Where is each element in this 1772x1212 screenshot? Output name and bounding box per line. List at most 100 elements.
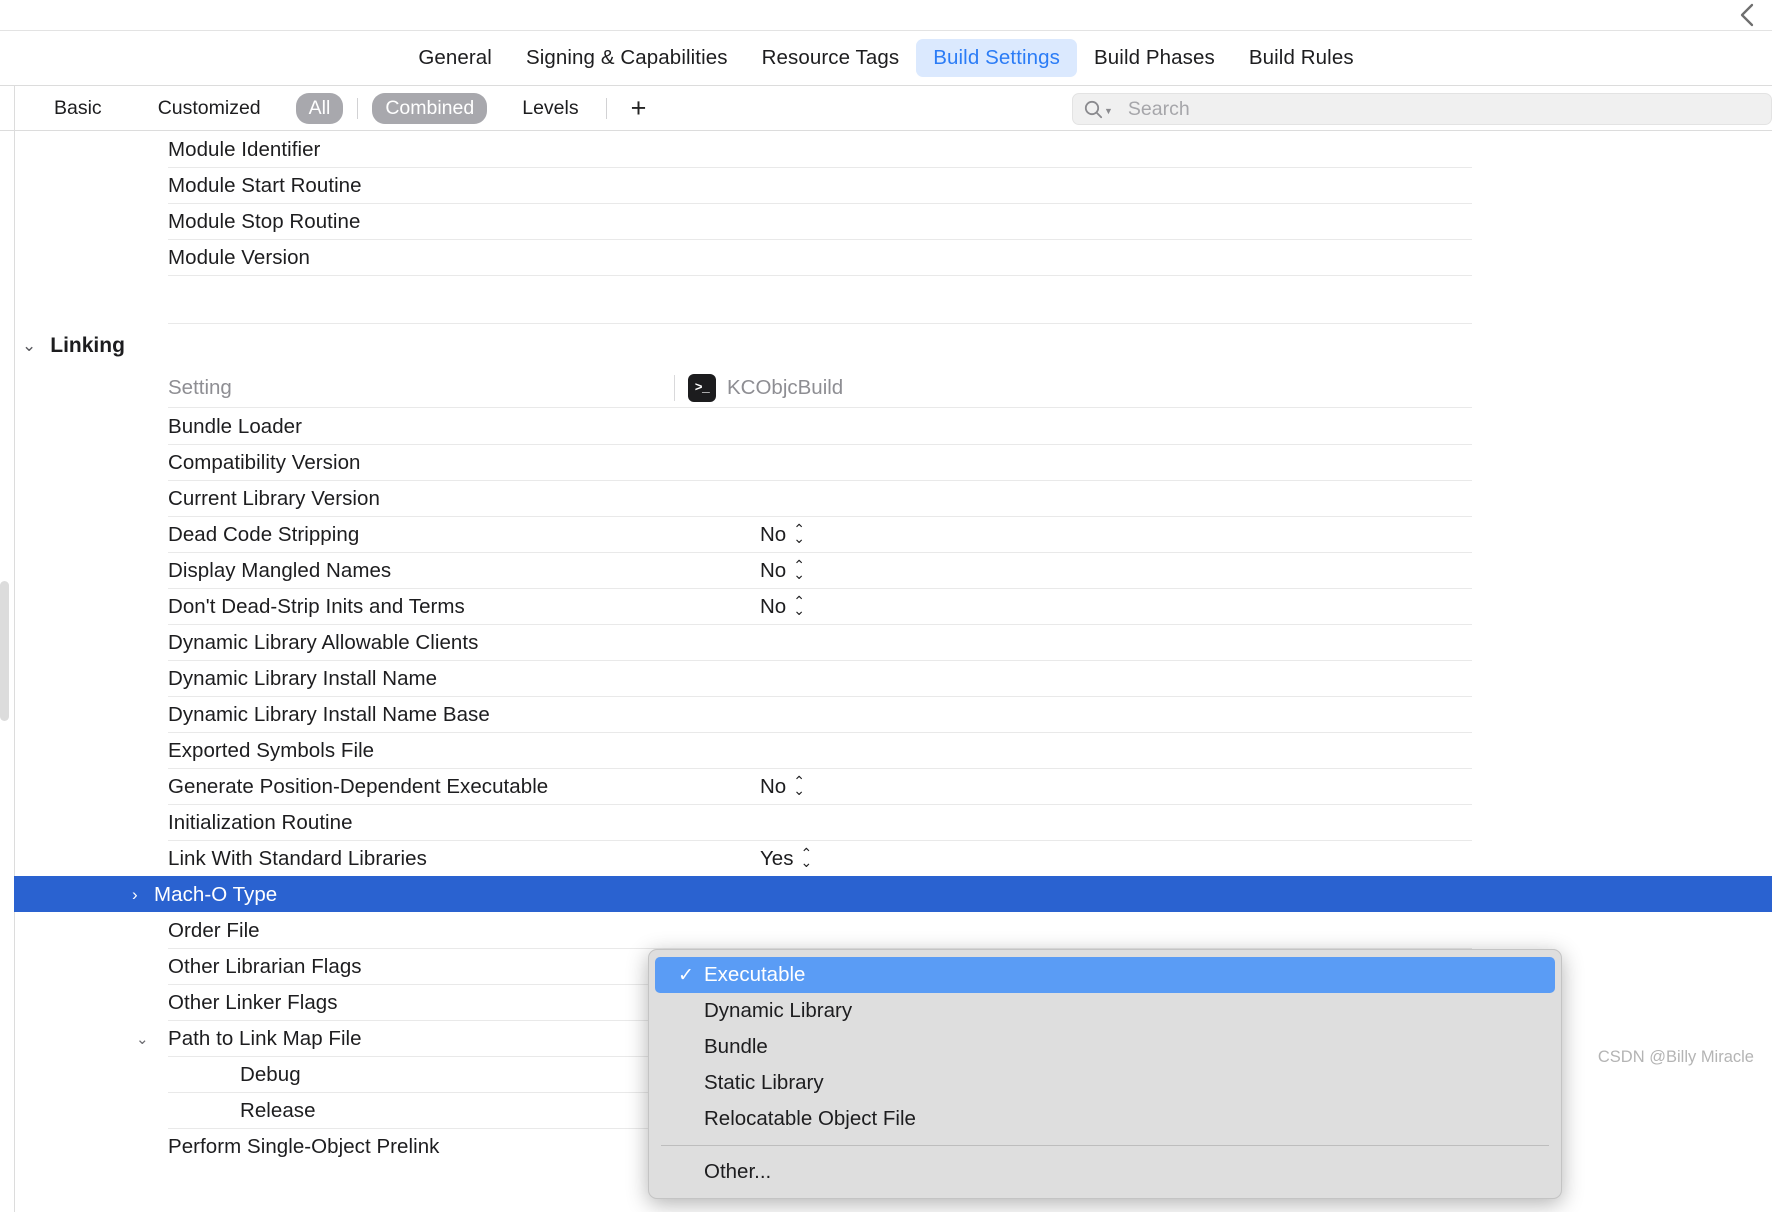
table-row[interactable]: Module Start Routine (168, 167, 1472, 203)
stepper-icon: ⌃ ⌄ (793, 520, 805, 546)
table-row[interactable]: Don't Dead-Strip Inits and Terms No ⌃ ⌄ (168, 588, 1472, 624)
setting-value-text: No (760, 594, 787, 618)
menu-item-label: Bundle (704, 1035, 768, 1058)
setting-name: Initialization Routine (168, 810, 353, 834)
table-row[interactable]: Dynamic Library Allowable Clients (168, 624, 1472, 660)
chevron-down-icon[interactable]: ⌄ (136, 1030, 149, 1048)
setting-name: Module Start Routine (168, 173, 362, 197)
setting-name: Dynamic Library Install Name (168, 666, 438, 690)
tab-general[interactable]: General (401, 39, 509, 77)
chevron-left-icon[interactable] (1734, 2, 1760, 28)
setting-name: Don't Dead-Strip Inits and Terms (168, 594, 465, 618)
chevron-down-icon[interactable]: ⌄ (22, 336, 36, 356)
add-setting-button[interactable]: + (621, 94, 657, 122)
setting-name: Bundle Loader (168, 414, 303, 438)
table-row[interactable]: Generate Position-Dependent Executable N… (168, 768, 1472, 804)
menu-bottom-padding (649, 1190, 1561, 1198)
table-row[interactable]: Exported Symbols File (168, 732, 1472, 768)
setting-name: Mach-O Type (154, 882, 278, 906)
search-input[interactable]: ▼ Search (1072, 93, 1772, 125)
setting-value-popup[interactable]: No ⌃ ⌄ (760, 772, 805, 799)
table-row[interactable]: Order File (168, 912, 1472, 948)
table-row[interactable]: Display Mangled Names No ⌃ ⌄ (168, 552, 1472, 588)
watermark: CSDN @Billy Miracle (1597, 1048, 1754, 1066)
tab-build-phases[interactable]: Build Phases (1077, 39, 1232, 77)
setting-name: Module Version (168, 245, 311, 269)
table-row[interactable]: Bundle Loader (168, 408, 1472, 444)
filter-basic[interactable]: Basic (41, 93, 115, 124)
filter-levels[interactable]: Levels (509, 93, 591, 124)
setting-value-text: No (760, 522, 787, 546)
tab-build-rules[interactable]: Build Rules (1232, 39, 1371, 77)
tab-signing-capabilities[interactable]: Signing & Capabilities (509, 39, 745, 77)
table-row[interactable]: Link With Standard Libraries Yes ⌃ ⌄ (168, 840, 1472, 876)
table-row-mach-o-type[interactable]: › Mach-O Type (14, 876, 1772, 912)
check-icon-placeholder: ✓ (678, 1108, 700, 1131)
stepper-icon: ⌃ ⌄ (793, 772, 805, 798)
check-icon-placeholder: ✓ (678, 1036, 700, 1059)
mach-o-type-popup-menu[interactable]: ✓ Executable ✓ Dynamic Library ✓ Bundle … (648, 949, 1562, 1199)
menu-item-other[interactable]: ✓ Other... (655, 1154, 1555, 1190)
filter-divider (357, 97, 359, 119)
filter-customized[interactable]: Customized (145, 93, 274, 124)
setting-name: Dynamic Library Allowable Clients (168, 630, 479, 654)
menu-item-executable[interactable]: ✓ Executable (655, 957, 1555, 993)
menu-item-label: Executable (704, 963, 806, 986)
table-row[interactable]: Dynamic Library Install Name (168, 660, 1472, 696)
editor-tab-bar: General Signing & Capabilities Resource … (0, 31, 1772, 86)
build-settings-filter-bar: Basic Customized All Combined Levels + ▼ (0, 86, 1772, 131)
setting-name: Other Linker Flags (168, 990, 338, 1014)
table-row[interactable]: Module Version (168, 239, 1472, 275)
setting-name: Path to Link Map File (168, 1026, 362, 1050)
column-header: Setting >_ KCObjcBuild (168, 368, 1472, 408)
menu-item-relocatable-object-file[interactable]: ✓ Relocatable Object File (655, 1101, 1555, 1137)
setting-name: Debug (240, 1062, 301, 1086)
xcode-build-settings-window: General Signing & Capabilities Resource … (0, 0, 1772, 1212)
setting-value-popup[interactable]: No ⌃ ⌄ (760, 556, 805, 583)
chevron-right-icon[interactable]: › (132, 885, 138, 905)
column-target: >_ KCObjcBuild (674, 373, 844, 402)
terminal-icon: >_ (688, 373, 716, 402)
setting-name: Other Librarian Flags (168, 954, 362, 978)
menu-item-label: Static Library (704, 1071, 824, 1094)
column-setting-label: Setting (168, 375, 232, 399)
search-area: ▼ Search (1072, 93, 1772, 125)
table-row[interactable]: Dynamic Library Install Name Base (168, 696, 1472, 732)
menu-item-dynamic-library[interactable]: ✓ Dynamic Library (655, 993, 1555, 1029)
section-header-linking[interactable]: ⌄ Linking (0, 324, 1772, 368)
table-row[interactable]: Module Stop Routine (168, 203, 1472, 239)
check-icon-placeholder: ✓ (678, 1000, 700, 1023)
setting-name: Order File (168, 918, 260, 942)
setting-name: Compatibility Version (168, 450, 361, 474)
tab-build-settings[interactable]: Build Settings (916, 39, 1078, 77)
check-icon-placeholder: ✓ (678, 1072, 700, 1095)
menu-item-static-library[interactable]: ✓ Static Library (655, 1065, 1555, 1101)
table-row[interactable]: Initialization Routine (168, 804, 1472, 840)
column-target-name: KCObjcBuild (727, 375, 844, 399)
setting-name: Module Identifier (168, 137, 321, 161)
setting-value-popup[interactable]: Yes ⌃ ⌄ (760, 846, 812, 871)
menu-item-bundle[interactable]: ✓ Bundle (655, 1029, 1555, 1065)
setting-value-text: No (760, 774, 787, 798)
menu-item-label: Relocatable Object File (704, 1107, 916, 1130)
filter-combined[interactable]: Combined (372, 92, 488, 124)
setting-name: Perform Single-Object Prelink (168, 1134, 440, 1158)
tab-resource-tags[interactable]: Resource Tags (745, 39, 917, 77)
stepper-icon: ⌃ ⌄ (793, 592, 805, 618)
table-row[interactable]: Current Library Version (168, 480, 1472, 516)
setting-name: Exported Symbols File (168, 738, 375, 762)
table-row[interactable]: Compatibility Version (168, 444, 1472, 480)
stepper-icon: ⌃ ⌄ (793, 556, 805, 582)
chevron-down-icon[interactable]: ▼ (1104, 106, 1113, 116)
setting-value-popup[interactable]: No ⌃ ⌄ (760, 592, 805, 619)
setting-name: Release (240, 1098, 316, 1122)
build-settings-list[interactable]: Module Identifier Module Start Routine M… (0, 131, 1772, 1212)
table-row[interactable]: Module Identifier (168, 131, 1472, 167)
setting-value-popup[interactable]: No ⌃ ⌄ (760, 520, 805, 547)
table-row[interactable]: Dead Code Stripping No ⌃ ⌄ (168, 516, 1472, 552)
column-divider (674, 374, 675, 401)
filter-all[interactable]: All (295, 92, 344, 124)
search-placeholder: Search (1127, 97, 1190, 120)
menu-item-label: Other... (704, 1160, 772, 1183)
